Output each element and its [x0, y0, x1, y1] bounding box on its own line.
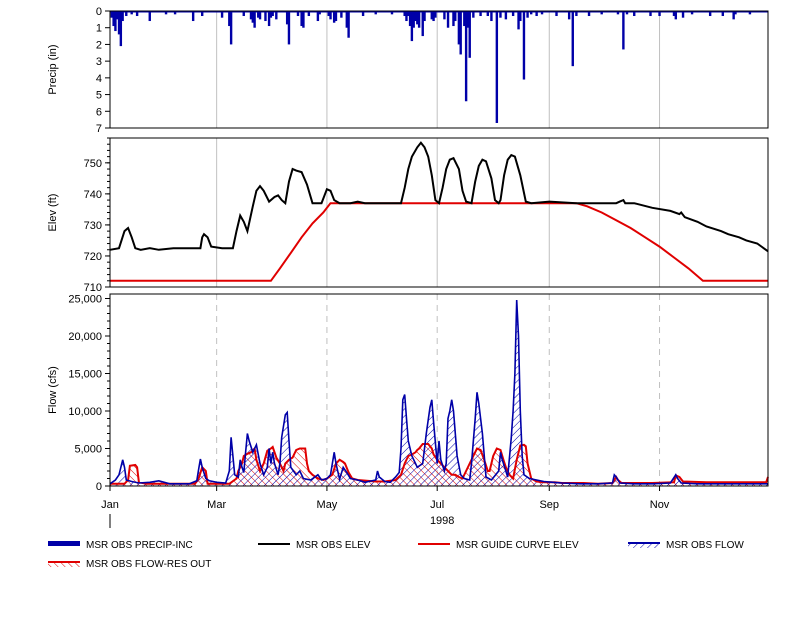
y-axis-label-elev: Elev (ft) — [47, 194, 59, 232]
precip-bar — [417, 11, 421, 28]
series-area-obs-flow — [110, 300, 768, 486]
precip-bar — [454, 11, 457, 22]
chart-root: 0 1 2 3 4 5 6 7 Precip (in) 710 720 730 740 750 Elev (… — [0, 0, 800, 627]
legend-item: MSR OBS FLOW — [628, 540, 744, 551]
hydrograph-chart: 0 1 2 3 4 5 6 7 Precip (in) 710 720 730 740 750 Elev (… — [47, 6, 769, 570]
precip-bar — [622, 11, 625, 50]
y-tick-label: 20,000 — [68, 331, 102, 343]
data-layer — [109, 10, 769, 486]
y-tick-label: 10,000 — [68, 406, 102, 418]
y-tick-label: 0 — [96, 6, 102, 18]
precip-bar — [287, 11, 291, 45]
x-tick-label: Mar — [207, 499, 226, 511]
y-tick-label: 750 — [84, 158, 102, 170]
y-tick-label: 0 — [96, 481, 102, 493]
y-tick-label: 2 — [96, 39, 102, 51]
axes-layer: 0 1 2 3 4 5 6 7 Precip (in) 710 720 730 740 750 Elev (… — [47, 6, 670, 528]
y-tick-label: 25,000 — [68, 294, 102, 306]
precip-bar — [490, 11, 493, 22]
precip-bar — [522, 11, 526, 80]
x-tick-label: Jul — [430, 499, 444, 511]
y-tick-label: 4 — [96, 73, 102, 85]
legend-item: MSR OBS FLOW-RES OUT — [48, 559, 211, 570]
x-tick-label: Jan — [101, 499, 119, 511]
precip-bar — [571, 11, 574, 67]
y-tick-label: 720 — [84, 251, 102, 263]
x-tick-label: Sep — [539, 499, 559, 511]
legend-item: MSR GUIDE CURVE ELEV — [418, 540, 579, 551]
x-tick-label: Nov — [650, 499, 670, 511]
y-tick-label: 3 — [96, 56, 102, 68]
precip-bar — [302, 11, 305, 28]
precip-bar — [495, 11, 499, 123]
y-axis-label-precip: Precip (in) — [47, 44, 59, 94]
legend-item: MSR OBS ELEV — [258, 540, 371, 551]
y-tick-label: 6 — [96, 106, 102, 118]
precip-bar — [423, 11, 426, 22]
y-tick-label: 710 — [84, 282, 102, 294]
precip-bar — [229, 11, 233, 45]
precip-bar — [253, 11, 256, 28]
legend-label: MSR OBS ELEV — [296, 540, 371, 551]
legend: MSR OBS PRECIP-INC MSR OBS ELEV MSR GUIDE … — [48, 540, 744, 570]
legend-swatch — [48, 541, 80, 546]
precip-bar — [121, 11, 124, 22]
panel-frame-precip — [109, 10, 769, 129]
precip-bar — [148, 11, 151, 22]
y-tick-label: 740 — [84, 189, 102, 201]
y-axis-label-flow: Flow (cfs) — [47, 366, 59, 414]
y-tick-label: 5 — [96, 90, 102, 102]
legend-label: MSR OBS FLOW-RES OUT — [86, 559, 211, 570]
y-tick-label: 5,000 — [74, 444, 102, 456]
precip-bar — [264, 11, 267, 22]
series-line-obs-elev — [109, 141, 769, 253]
precip-bar — [459, 11, 462, 55]
precip-bar — [468, 11, 471, 58]
legend-label: MSR OBS FLOW — [666, 540, 744, 551]
panel-frame-elev — [109, 137, 769, 288]
y-tick-label: 15,000 — [68, 369, 102, 381]
grid-layer — [216, 11, 661, 486]
legend-label: MSR OBS PRECIP-INC — [86, 540, 193, 551]
y-tick-label: 1 — [96, 23, 102, 35]
legend-label: MSR GUIDE CURVE ELEV — [456, 540, 579, 551]
precip-bar — [347, 11, 350, 38]
precip-bar — [446, 11, 450, 28]
legend-item: MSR OBS PRECIP-INC — [48, 540, 193, 551]
x-year-label: 1998 — [430, 515, 454, 527]
y-tick-label: 7 — [96, 123, 102, 135]
precip-bar — [334, 11, 338, 22]
precip-bar — [191, 11, 195, 22]
y-tick-label: 730 — [84, 220, 102, 232]
panel-frames — [109, 10, 769, 487]
precip-bar — [519, 11, 522, 22]
x-tick-label: May — [317, 499, 338, 511]
